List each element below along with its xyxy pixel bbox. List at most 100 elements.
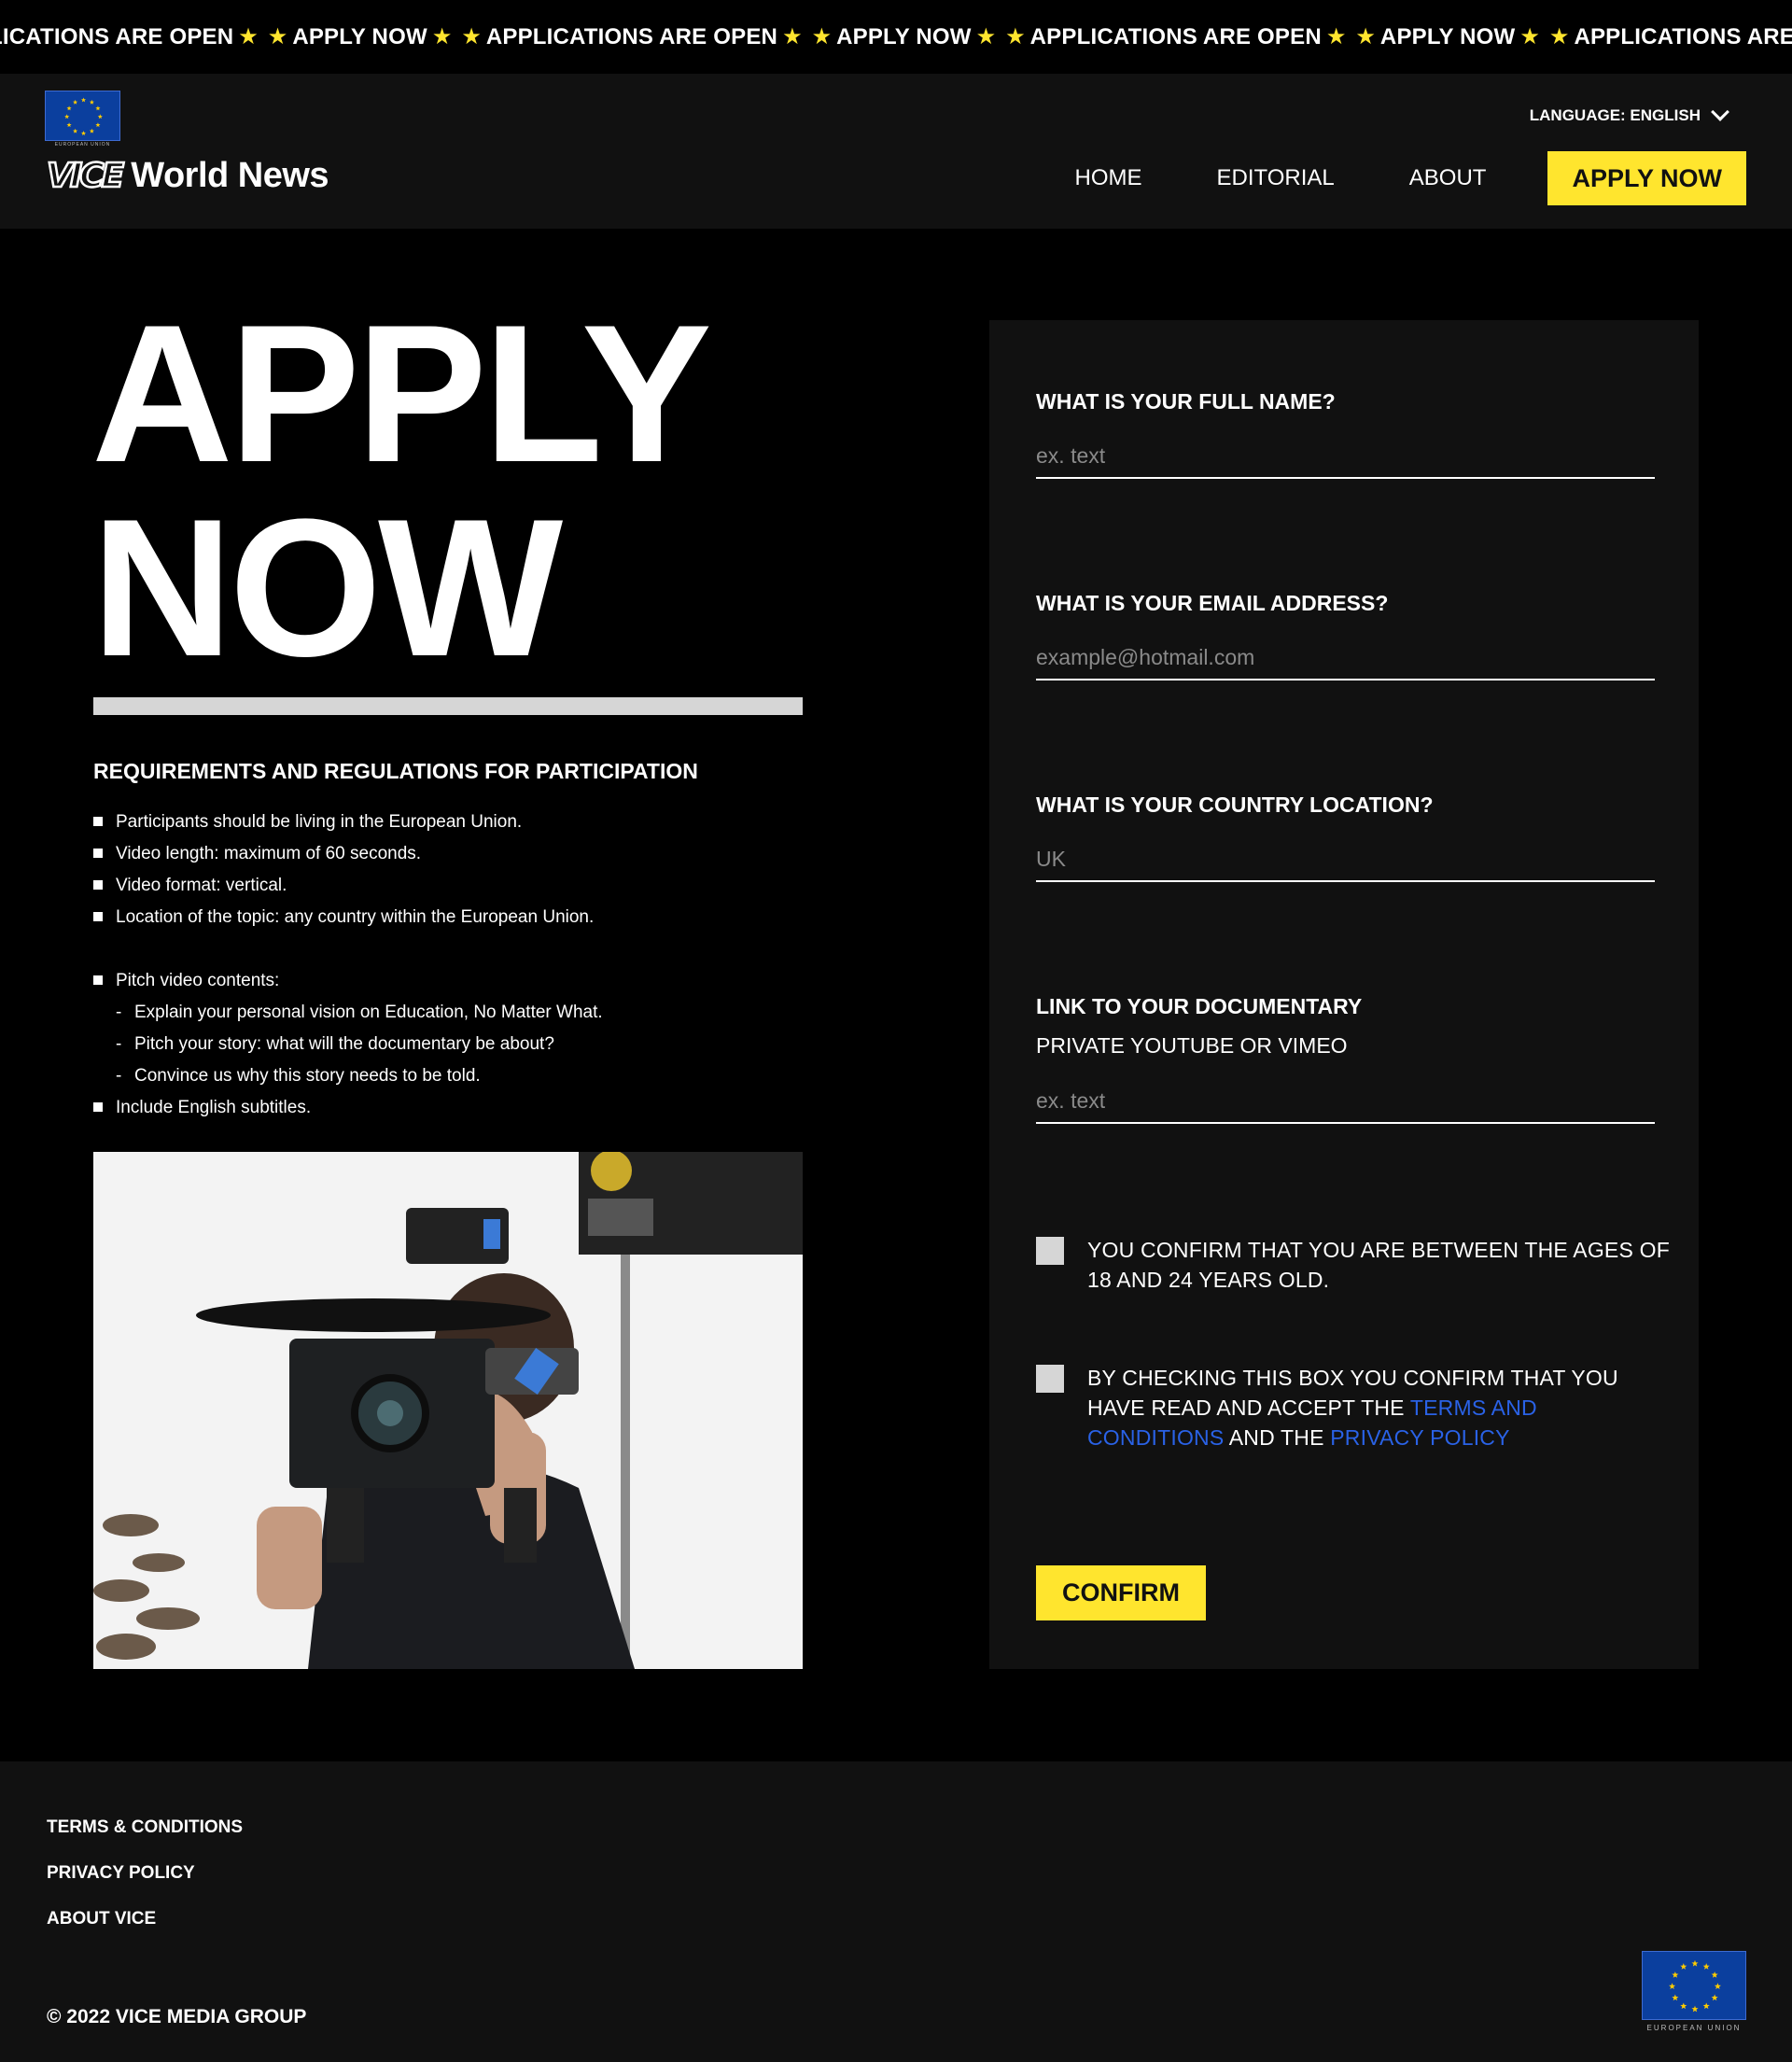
list-item-text: Location of the topic: any country withi… [116, 907, 595, 927]
title-divider [93, 697, 803, 715]
list-item: Video length: maximum of 60 seconds. [93, 838, 803, 870]
list-item-text: Video length: maximum of 60 seconds. [116, 844, 422, 863]
camera-operator-photo [93, 1152, 803, 1669]
main-nav: HOME EDITORIAL ABOUT APPLY NOW [1075, 151, 1746, 205]
vice-logo-mark: VICE [46, 156, 126, 197]
sub-list-item-text: Convince us why this story needs to be t… [134, 1066, 481, 1086]
terms-confirm-row: BY CHECKING THIS BOX YOU CONFIRM THAT YO… [1036, 1363, 1671, 1452]
footer-privacy-link[interactable]: PRIVACY POLICY [47, 1863, 195, 1884]
eu-star-icon [97, 114, 103, 119]
eu-caption: EUROPEAN UNION [54, 142, 111, 147]
bullet-icon [93, 880, 103, 890]
country-label: WHAT IS YOUR COUNTRY LOCATION? [1036, 793, 1434, 817]
star-icon: ★ [1519, 24, 1540, 49]
eu-flag-icon [1642, 1951, 1746, 2020]
eu-stars-icon [64, 97, 103, 135]
announcement-ticker: LICATIONS ARE OPEN ★ ★ APPLY NOW ★ ★ APP… [0, 0, 1792, 74]
eu-star-icon [1702, 2002, 1710, 2010]
ticker-item: APPLICATIONS ARE OPEN [1574, 23, 1792, 49]
age-confirm-row: YOU CONFIRM THAT YOU ARE BETWEEN THE AGE… [1036, 1235, 1671, 1295]
footer-terms-link[interactable]: TERMS & CONDITIONS [47, 1817, 243, 1838]
eu-caption: EUROPEAN UNION [1646, 2024, 1742, 2032]
list-item: Video format: vertical. [93, 870, 803, 902]
list-item: Include English subtitles. [93, 1092, 803, 1124]
star-icon: ★ [1355, 24, 1376, 49]
bullet-icon [93, 1102, 103, 1112]
bullet-icon [93, 975, 103, 985]
dash-icon: - [116, 1066, 122, 1086]
full-name-input[interactable] [1036, 434, 1655, 479]
terms-prefix: BY CHECKING THIS BOX YOU CONFIRM THAT YO… [1087, 1366, 1618, 1420]
site-header: EUROPEAN UNION VICE World News LANGUAGE:… [0, 74, 1792, 229]
eu-star-icon [80, 131, 87, 135]
page-title-line2: NOW [91, 478, 563, 697]
nav-editorial[interactable]: EDITORIAL [1217, 165, 1335, 191]
eu-star-icon [80, 97, 87, 103]
star-icon: ★ [811, 24, 833, 49]
eu-star-icon [89, 99, 94, 105]
requirements-list: Participants should be living in the Eur… [93, 807, 803, 1124]
eu-star-icon [1669, 1983, 1676, 1989]
sub-list-item-text: Pitch your story: what will the document… [134, 1034, 554, 1054]
eu-flag-icon [45, 91, 120, 141]
age-confirm-text: YOU CONFIRM THAT YOU ARE BETWEEN THE AGE… [1087, 1238, 1670, 1292]
list-item-text: Include English subtitles. [116, 1098, 312, 1117]
ticker-item: APPLICATIONS ARE OPEN [1029, 23, 1322, 49]
site-footer: TERMS & CONDITIONS PRIVACY POLICY ABOUT … [0, 1761, 1792, 2062]
eu-star-icon [1691, 2005, 1699, 2013]
eu-star-icon [1680, 1963, 1687, 1970]
eu-flag-logo: EUROPEAN UNION [1642, 1951, 1746, 2032]
privacy-link[interactable]: PRIVACY POLICY [1330, 1425, 1509, 1450]
eu-star-icon [1672, 1971, 1679, 1978]
dash-icon: - [116, 1034, 122, 1054]
ticker-item: APPLY NOW [292, 23, 427, 49]
list-item: Pitch video contents: [93, 965, 803, 997]
list-item-text: Pitch video contents: [116, 971, 280, 990]
eu-star-icon [1714, 1983, 1721, 1989]
bullet-icon [93, 817, 103, 826]
documentary-link-input[interactable] [1036, 1079, 1655, 1124]
nav-home[interactable]: HOME [1075, 165, 1142, 191]
apply-now-button[interactable]: APPLY NOW [1547, 151, 1746, 205]
ticker-track: LICATIONS ARE OPEN ★ ★ APPLY NOW ★ ★ APP… [0, 0, 1792, 74]
star-icon: ★ [1325, 24, 1347, 49]
documentary-link-sublabel: PRIVATE YOUTUBE OR VIMEO [1036, 1033, 1348, 1058]
ticker-item: APPLY NOW [836, 23, 972, 49]
sub-list-item: - Pitch your story: what will the documen… [93, 1029, 803, 1060]
page-title: APPLY NOW [91, 296, 712, 686]
documentary-link-label: LINK TO YOUR DOCUMENTARY [1036, 994, 1363, 1018]
sub-list-item: - Convince us why this story needs to be … [93, 1060, 803, 1092]
list-spacer [93, 933, 803, 965]
country-input[interactable] [1036, 837, 1655, 882]
eu-star-icon [1711, 1971, 1718, 1978]
terms-and: AND THE [1228, 1425, 1324, 1450]
language-selector[interactable]: LANGUAGE: ENGLISH [1530, 103, 1729, 125]
logo-text: World News [131, 156, 329, 195]
email-label: WHAT IS YOUR EMAIL ADDRESS? [1036, 591, 1389, 615]
site-logo[interactable]: VICE World News [46, 156, 329, 197]
eu-star-icon [73, 99, 78, 105]
age-confirm-checkbox[interactable] [1036, 1237, 1064, 1265]
star-icon: ★ [431, 24, 453, 49]
star-icon: ★ [267, 24, 288, 49]
eu-flag-logo: EUROPEAN UNION [45, 91, 120, 147]
camera-operator-illustration [93, 1152, 803, 1669]
nav-about[interactable]: ABOUT [1409, 165, 1487, 191]
page-title-line1: APPLY [91, 284, 712, 503]
star-icon: ★ [782, 24, 803, 49]
chevron-down-icon [1711, 103, 1729, 121]
confirm-button[interactable]: CONFIRM [1036, 1565, 1206, 1620]
ticker-item: APPLY NOW [1379, 23, 1516, 49]
email-input[interactable] [1036, 636, 1655, 680]
eu-star-icon [1691, 1959, 1699, 1967]
terms-confirm-text: BY CHECKING THIS BOX YOU CONFIRM THAT YO… [1087, 1363, 1671, 1452]
list-item: Location of the topic: any country withi… [93, 902, 803, 933]
footer-about-link[interactable]: ABOUT VICE [47, 1909, 156, 1929]
star-icon: ★ [1548, 24, 1570, 49]
terms-confirm-checkbox[interactable] [1036, 1365, 1064, 1393]
star-icon: ★ [1005, 24, 1026, 49]
eu-star-icon [1672, 1994, 1679, 2001]
list-item-text: Video format: vertical. [116, 876, 287, 895]
ticker-item: APPLICATIONS ARE OPEN [485, 23, 778, 49]
eu-star-icon [89, 128, 94, 133]
